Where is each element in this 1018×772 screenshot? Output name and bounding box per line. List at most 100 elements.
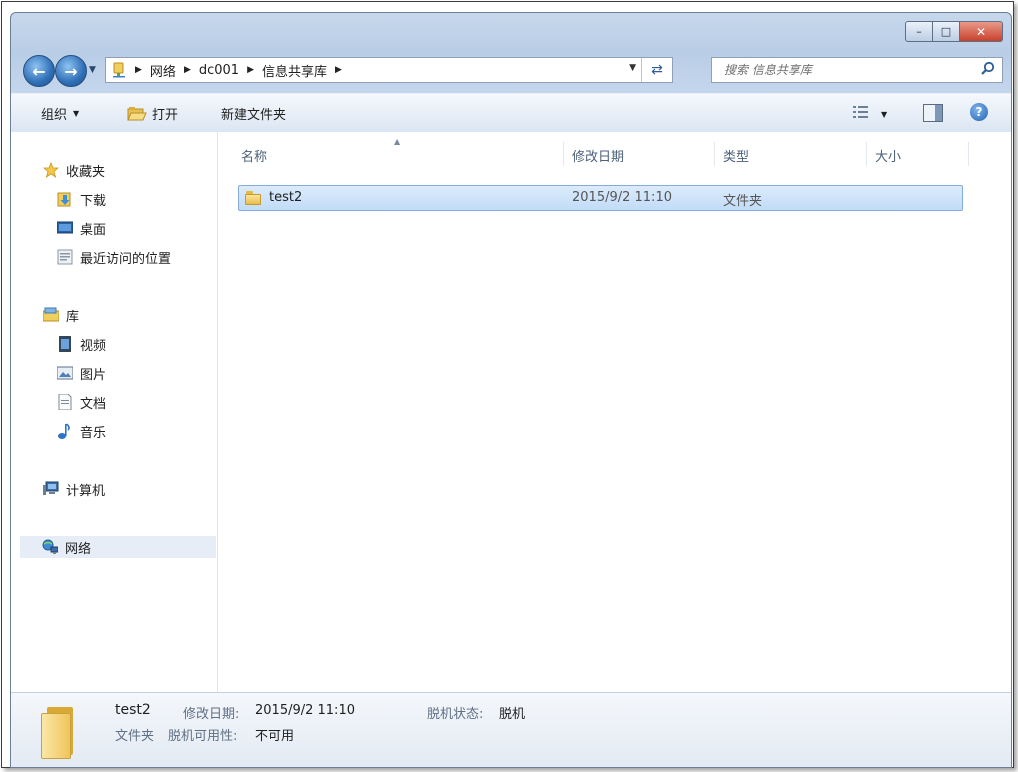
recent-places-icon bbox=[57, 249, 73, 265]
nav-item-pictures[interactable]: 图片 bbox=[56, 362, 107, 384]
network-location-icon bbox=[111, 62, 127, 78]
nav-computer[interactable]: 计算机 bbox=[43, 478, 105, 500]
folder-icon bbox=[245, 191, 261, 205]
close-button[interactable]: ✕ bbox=[960, 21, 1003, 42]
forward-button[interactable]: → bbox=[55, 55, 87, 87]
nav-item-label: 下载 bbox=[80, 193, 107, 209]
breadcrumb-network[interactable]: 网络 bbox=[150, 61, 176, 80]
recent-pages-button[interactable]: ▼ bbox=[89, 65, 96, 75]
details-pane: test2 修改日期: 2015/9/2 11:10 脱机状态: 脱机 文件夹 … bbox=[11, 692, 1011, 767]
details-modified-label: 修改日期: bbox=[183, 707, 240, 722]
details-offline-availability-label: 脱机可用性: bbox=[168, 729, 238, 744]
nav-item-label: 音乐 bbox=[80, 425, 107, 441]
minimize-icon: – bbox=[916, 25, 922, 38]
details-offline-status-value: 脱机 bbox=[499, 707, 526, 722]
desktop-icon bbox=[56, 220, 74, 236]
address-bar[interactable]: ▶ 网络 ▶ dc001 ▶ 信息共享库 ▶ ▼ ⇄ bbox=[105, 57, 673, 83]
search-icon[interactable] bbox=[980, 61, 996, 81]
document-icon bbox=[57, 393, 73, 411]
breadcrumb-shared-library[interactable]: 信息共享库 bbox=[262, 61, 327, 80]
open-button[interactable]: 打开 bbox=[127, 104, 178, 123]
downloads-icon bbox=[57, 191, 73, 207]
large-folder-icon bbox=[41, 707, 81, 759]
breadcrumb-separator[interactable]: ▶ bbox=[247, 65, 254, 75]
chevron-down-icon: ▼ bbox=[881, 109, 888, 119]
nav-network-label: 网络 bbox=[65, 541, 92, 557]
nav-network[interactable]: 网络 bbox=[20, 536, 216, 558]
nav-item-label: 桌面 bbox=[80, 222, 107, 238]
column-header-name[interactable]: 名称 bbox=[241, 146, 267, 165]
breadcrumb-separator[interactable]: ▶ bbox=[135, 65, 142, 75]
nav-libraries-label: 库 bbox=[66, 309, 80, 325]
nav-item-label: 最近访问的位置 bbox=[80, 251, 172, 267]
change-view-button[interactable]: ▼ bbox=[853, 105, 887, 123]
refresh-icon: ⇄ bbox=[651, 62, 663, 78]
organize-label: 组织 bbox=[41, 108, 68, 123]
file-type: 文件夹 bbox=[723, 194, 763, 209]
file-name: test2 bbox=[269, 190, 303, 205]
pictures-icon bbox=[56, 365, 74, 381]
nav-item-label: 图片 bbox=[80, 367, 107, 383]
column-divider[interactable] bbox=[866, 142, 867, 166]
arrow-left-icon: ← bbox=[32, 61, 46, 81]
preview-pane-button[interactable] bbox=[923, 104, 943, 122]
nav-item-documents[interactable]: 文档 bbox=[57, 391, 106, 413]
nav-item-label: 视频 bbox=[80, 338, 107, 354]
back-button[interactable]: ← bbox=[23, 55, 55, 87]
breadcrumb-separator[interactable]: ▶ bbox=[335, 65, 342, 75]
open-folder-icon bbox=[127, 106, 147, 122]
nav-computer-label: 计算机 bbox=[66, 483, 106, 499]
details-offline-status-label: 脱机状态: bbox=[427, 707, 484, 722]
computer-icon bbox=[43, 481, 59, 497]
maximize-button[interactable]: □ bbox=[933, 21, 960, 42]
chevron-down-icon: ▼ bbox=[89, 65, 96, 75]
address-dropdown-icon[interactable]: ▼ bbox=[629, 63, 636, 73]
column-divider[interactable] bbox=[968, 142, 969, 166]
file-list-pane: ▲ 名称 修改日期 类型 大小 test2 2015/9/2 11:10 文件夹 bbox=[218, 132, 1011, 692]
organize-button[interactable]: 组织 ▼ bbox=[41, 104, 79, 123]
chevron-down-icon: ▼ bbox=[73, 109, 80, 118]
details-item-type: 文件夹 bbox=[115, 729, 155, 744]
details-item-name: test2 bbox=[115, 702, 151, 718]
search-input[interactable] bbox=[722, 62, 976, 78]
search-box[interactable] bbox=[711, 57, 1003, 83]
network-icon bbox=[42, 539, 59, 555]
nav-item-downloads[interactable]: 下载 bbox=[57, 188, 106, 210]
arrow-right-icon: → bbox=[64, 61, 78, 81]
new-folder-label: 新建文件夹 bbox=[221, 108, 287, 123]
nav-item-music[interactable]: 音乐 bbox=[57, 420, 106, 442]
video-icon bbox=[57, 336, 73, 352]
library-icon bbox=[42, 307, 60, 323]
star-icon bbox=[42, 161, 60, 178]
explorer-window: – □ ✕ ← → ▼ ▶ 网络 ▶ dc001 ▶ 信息共享库 ▶ ▼ ⇄ 搜… bbox=[10, 12, 1012, 768]
column-divider[interactable] bbox=[563, 142, 564, 166]
column-header-modified[interactable]: 修改日期 bbox=[572, 146, 624, 165]
navigation-pane: 收藏夹 下载 桌面 最近访问的位置 库 视频 图片 文档 音乐 计算机 网络 bbox=[11, 132, 218, 692]
help-button[interactable]: ? bbox=[970, 103, 988, 121]
navigation-bar: ← → ▼ ▶ 网络 ▶ dc001 ▶ 信息共享库 ▶ ▼ ⇄ bbox=[19, 55, 1005, 87]
column-header-type[interactable]: 类型 bbox=[723, 146, 749, 165]
nav-favorites[interactable]: 收藏夹 bbox=[42, 159, 106, 181]
column-header-size[interactable]: 大小 bbox=[875, 146, 901, 165]
details-modified-value: 2015/9/2 11:10 bbox=[255, 703, 355, 718]
close-icon: ✕ bbox=[975, 24, 987, 39]
nav-libraries[interactable]: 库 bbox=[42, 304, 80, 326]
breadcrumb-dc001[interactable]: dc001 bbox=[199, 63, 239, 78]
column-divider[interactable] bbox=[714, 142, 715, 166]
maximize-icon: □ bbox=[940, 25, 952, 38]
nav-item-videos[interactable]: 视频 bbox=[57, 333, 106, 355]
file-row[interactable]: test2 2015/9/2 11:10 文件夹 bbox=[238, 185, 963, 211]
nav-item-desktop[interactable]: 桌面 bbox=[56, 217, 107, 239]
open-label: 打开 bbox=[152, 108, 179, 123]
refresh-button[interactable]: ⇄ bbox=[641, 58, 672, 82]
breadcrumb-separator[interactable]: ▶ bbox=[184, 65, 191, 75]
nav-item-recent-places[interactable]: 最近访问的位置 bbox=[57, 246, 171, 268]
new-folder-button[interactable]: 新建文件夹 bbox=[221, 104, 286, 123]
nav-favorites-label: 收藏夹 bbox=[66, 164, 106, 180]
details-offline-availability-value: 不可用 bbox=[255, 729, 295, 744]
help-icon: ? bbox=[975, 105, 983, 119]
minimize-button[interactable]: – bbox=[905, 21, 933, 42]
sort-ascending-icon: ▲ bbox=[394, 137, 401, 146]
screenshot-frame: – □ ✕ ← → ▼ ▶ 网络 ▶ dc001 ▶ 信息共享库 ▶ ▼ ⇄ 搜… bbox=[1, 1, 1014, 768]
view-details-icon bbox=[853, 105, 871, 123]
